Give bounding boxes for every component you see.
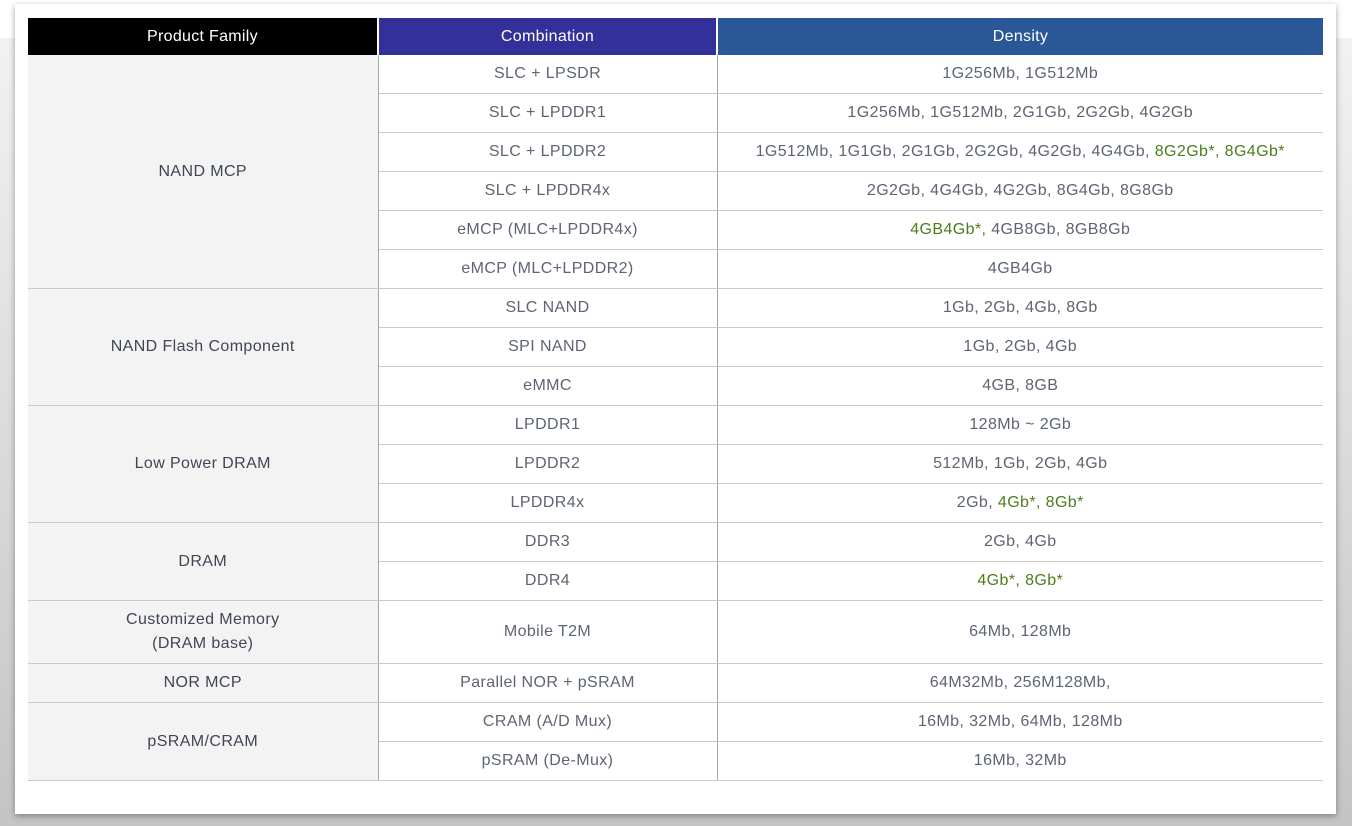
spec-card: Product Family Combination Density NAND … (15, 4, 1336, 814)
combination-cell: SLC + LPDDR2 (378, 132, 718, 172)
density-cell: 4GB, 8GB (717, 366, 1323, 406)
combination-cell: SLC + LPDDR4x (378, 171, 718, 211)
density-cell: 4Gb*, 8Gb* (717, 561, 1323, 601)
combination-cell: eMCP (MLC+LPDDR2) (378, 249, 718, 289)
combination-cell: SLC + LPDDR1 (378, 93, 718, 133)
product-family-label: DRAM (178, 552, 228, 570)
table-row: NAND MCP SLC + LPSDR 1G256Mb, 1G512Mb (28, 55, 1323, 289)
product-family-label: NAND MCP (158, 162, 248, 180)
table-row: NOR MCP Parallel NOR + pSRAM 64M32Mb, 256M… (28, 663, 1323, 703)
combination-cell: SPI NAND (378, 327, 718, 367)
product-family-label: pSRAM/CRAM (147, 732, 259, 750)
product-family-cell: pSRAM/CRAM (28, 702, 379, 781)
density-value: 4GB4Gb (987, 260, 1053, 277)
density-cell: 1G256Mb, 1G512Mb (717, 55, 1323, 94)
product-family-label: Low Power DRAM (134, 455, 271, 472)
product-family-cell: NAND MCP (28, 55, 379, 289)
product-family-cell: Low Power DRAM (28, 405, 379, 523)
header-density: Density (716, 18, 1323, 55)
density-value: 1G512Mb, 1G1Gb, 2G1Gb, 2G2Gb, 4G2Gb, 4G4… (755, 143, 1155, 160)
table-row: Low Power DRAM LPDDR1 128Mb ~ 2Gb (28, 405, 1323, 523)
combination-cell: LPDDR2 (378, 444, 718, 484)
density-value: 128Mb ~ 2Gb (969, 416, 1072, 433)
product-family-label: Customized Memory (125, 611, 280, 628)
density-value: 16Mb, 32Mb, 64Mb, 128Mb (917, 713, 1123, 730)
product-family-cell: DRAM (28, 522, 379, 601)
density-value-highlighted: 4Gb*, 8Gb* (997, 494, 1084, 511)
combination-cell: CRAM (A/D Mux) (378, 702, 718, 742)
density-value: 4GB, 8GB (982, 377, 1059, 394)
density-value: 2Gb, 4Gb (983, 533, 1057, 550)
header-product-family: Product Family (28, 18, 378, 55)
density-value: 16Mb, 32Mb (973, 752, 1067, 769)
density-value-highlighted: 8G2Gb*, 8G4Gb* (1154, 143, 1285, 160)
combination-cell: DDR3 (378, 522, 718, 562)
product-family-label: NAND Flash Component (110, 338, 295, 355)
density-cell: 16Mb, 32Mb (717, 741, 1323, 781)
table-row: NAND Flash Component SLC NAND 1Gb, 2Gb, 4G… (28, 288, 1323, 406)
density-cell: 1Gb, 2Gb, 4Gb (717, 327, 1323, 367)
combination-cell: DDR4 (378, 561, 718, 601)
density-value: 1Gb, 2Gb, 4Gb (963, 338, 1078, 355)
density-cell: 4GB4Gb*, 4GB8Gb, 8GB8Gb (717, 210, 1323, 250)
header-combination: Combination (377, 18, 717, 55)
combination-cell: LPDDR4x (378, 483, 718, 523)
density-cell: 512Mb, 1Gb, 2Gb, 4Gb (717, 444, 1323, 484)
density-cell: 1G256Mb, 1G512Mb, 2G1Gb, 2G2Gb, 4G2Gb (717, 93, 1323, 133)
density-cell: 64M32Mb, 256M128Mb, (717, 663, 1323, 703)
combination-cell: pSRAM (De-Mux) (378, 741, 718, 781)
density-value: 64M32Mb, 256M128Mb, (929, 674, 1111, 691)
table-row: Customized Memory (DRAM base) Mobile T2M 64… (28, 600, 1323, 664)
density-value: 512Mb, 1Gb, 2Gb, 4Gb (933, 455, 1108, 472)
combination-cell: SLC + LPSDR (378, 55, 718, 94)
combination-cell: eMCP (MLC+LPDDR4x) (378, 210, 718, 250)
table-body: NAND MCP SLC + LPSDR 1G256Mb, 1G512Mb SLC +… (28, 55, 1323, 781)
density-value: 64Mb, 128Mb (969, 623, 1072, 640)
density-value: 1G256Mb, 1G512Mb, 2G1Gb, 2G2Gb, 4G2Gb (847, 104, 1194, 121)
density-cell: 2Gb, 4Gb*, 8Gb* (717, 483, 1323, 523)
combination-cell: Parallel NOR + pSRAM (378, 663, 718, 703)
table-row: pSRAM/CRAM CRAM (A/D Mux) 16Mb, 32Mb, 64Mb… (28, 702, 1323, 781)
combination-cell: eMMC (378, 366, 718, 406)
combination-cell: Mobile T2M (378, 600, 718, 664)
density-cell: 1G512Mb, 1G1Gb, 2G1Gb, 2G2Gb, 4G2Gb, 4G4… (717, 132, 1323, 172)
density-cell: 2G2Gb, 4G4Gb, 4G2Gb, 8G4Gb, 8G8Gb (717, 171, 1323, 211)
density-cell: 64Mb, 128Mb (717, 600, 1323, 664)
density-value: 4GB8Gb, 8GB8Gb (991, 221, 1131, 238)
density-cell: 1Gb, 2Gb, 4Gb, 8Gb (717, 288, 1323, 328)
density-cell: 16Mb, 32Mb, 64Mb, 128Mb (717, 702, 1323, 742)
table-header-row: Product Family Combination Density (28, 18, 1323, 55)
density-value: 2G2Gb, 4G4Gb, 4G2Gb, 8G4Gb, 8G8Gb (866, 182, 1174, 199)
density-value: 1Gb, 2Gb, 4Gb, 8Gb (942, 299, 1098, 316)
product-density-table: Product Family Combination Density NAND … (28, 18, 1323, 781)
density-cell: 2Gb, 4Gb (717, 522, 1323, 562)
density-value-highlighted: 4Gb*, 8Gb* (977, 572, 1064, 589)
product-family-label: (DRAM base) (152, 635, 254, 652)
product-family-cell: Customized Memory (DRAM base) (28, 600, 379, 664)
density-value: 1G256Mb, 1G512Mb (942, 65, 1099, 82)
product-family-cell: NAND Flash Component (28, 288, 379, 406)
density-cell: 4GB4Gb (717, 249, 1323, 289)
density-value: 2Gb, (956, 494, 998, 511)
density-value-highlighted: 4GB4Gb*, (910, 221, 992, 238)
product-family-cell: NOR MCP (28, 663, 379, 703)
combination-cell: SLC NAND (378, 288, 718, 328)
combination-cell: LPDDR1 (378, 405, 718, 445)
product-family-label: NOR MCP (163, 674, 242, 691)
table-row: DRAM DDR3 2Gb, 4Gb (28, 522, 1323, 601)
density-cell: 128Mb ~ 2Gb (717, 405, 1323, 445)
